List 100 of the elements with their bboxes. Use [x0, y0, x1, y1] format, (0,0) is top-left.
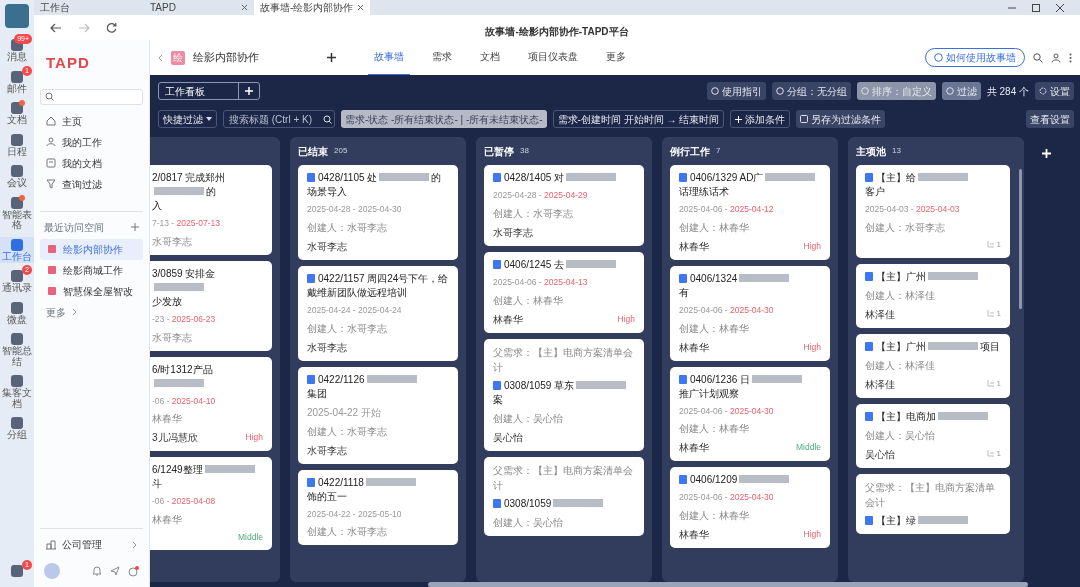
story-card[interactable]: 0422/1157 周四24号下午，给戴维新团队做远程培训 2025-04-24 - 2025-04-24 创建人：水哥李志 水哥李志 [298, 265, 458, 361]
story-card[interactable]: 父需求：【主】电商方案清单会计 【主】绿 [856, 473, 1010, 534]
back-arrow-icon[interactable] [50, 22, 62, 33]
document-icon [46, 158, 56, 168]
story-icon [865, 411, 873, 421]
close-icon[interactable] [357, 4, 365, 11]
project-tab[interactable]: 文档 [474, 39, 506, 76]
date-range: -06 - 2025-04-10 [152, 394, 217, 408]
story-card[interactable]: 3/0859 安排金 少发放 -23 - 2025-06-23 水哥李志 [150, 260, 272, 351]
send-icon[interactable] [110, 566, 120, 576]
rail-item[interactable]: 文档 [0, 100, 34, 127]
window-title: 故事墙-绘影内部协作-TAPD平台 [485, 26, 629, 37]
story-icon [865, 515, 873, 525]
sidebar-item[interactable]: 主页 [40, 110, 143, 132]
story-card[interactable]: 0406/1329 AD广 话理练话术 2025-04-06 - 2025-04-12 创建人：林春华 林春华 High [670, 165, 830, 260]
search-field[interactable]: 搜索标题 (Ctrl + K) [223, 110, 335, 128]
rail-item[interactable]: 会议 [0, 163, 34, 190]
story-card[interactable]: 【主】电商加 创建人：吴心怡 吴心怡 1 [856, 403, 1010, 468]
app-icon [10, 300, 24, 315]
toolbar-button[interactable]: 使用指引 [706, 82, 766, 100]
story-icon [679, 273, 687, 283]
card-title: 【主】广州 项目 [865, 339, 1001, 354]
app-icon [10, 332, 24, 346]
date-range: 2025-04-06 - 2025-04-30 [679, 404, 775, 418]
story-card[interactable]: 6/时1312产品 -06 - 2025-04-10 林春华 3儿冯慧欣 High [150, 356, 272, 452]
story-card[interactable]: 2/0817 完成郑州 的 入 7-13 - 2025-07-13 水哥李志 [150, 165, 272, 255]
status-filter[interactable]: 需求-状态 -所有结束状态- | -所有未结束状态- [341, 110, 547, 128]
reload-icon[interactable] [106, 22, 117, 33]
project-tab[interactable]: 项目仪表盘 [522, 39, 584, 76]
date-range: 2025-04-28 - 2025-04-30 [307, 203, 403, 216]
settings-button[interactable]: 设置 [1035, 82, 1074, 100]
owner-name: 水哥李志 [493, 225, 533, 240]
story-card[interactable]: 0406/1324 有 2025-04-06 - 2025-04-30 创建人：林春华 林春华 High [670, 265, 830, 361]
card-title: 【主】电商加 [865, 409, 1001, 424]
priority-label: High [803, 340, 821, 354]
browser-tab[interactable]: 故事墙-绘影内部协作 [254, 0, 371, 15]
story-card[interactable]: 0406/1209 2025-04-06 - 2025-04-30 创建人：林春华 林春华 High [670, 467, 830, 548]
project-tab[interactable]: 更多 [600, 39, 632, 76]
app-icon [10, 195, 24, 210]
save-filter-button[interactable]: 另存为过滤条件 [796, 110, 886, 128]
story-icon [493, 498, 501, 508]
view-settings-button[interactable]: 查看设置 [1026, 110, 1074, 128]
more-link[interactable]: 更多 [40, 301, 143, 323]
time-filter[interactable]: 需求-创建时间 开始时间 → 结束时间 [552, 110, 725, 128]
quick-filter-dropdown[interactable]: 快捷过滤 [158, 110, 217, 128]
rail-item[interactable]: 工作台 [0, 236, 34, 263]
card-title: 6/1249整理 斗 [152, 463, 263, 492]
space-item[interactable]: 绘影商城工作 [40, 259, 143, 281]
chevron-left-icon[interactable] [158, 53, 163, 62]
browser-tab[interactable]: TAPD [144, 0, 254, 15]
story-card[interactable]: 6/1249整理 斗 -06 - 2025-04-08 林春华 Middle [150, 457, 272, 550]
card-title: 0406/1324 有 [679, 271, 821, 300]
close-icon[interactable] [1056, 3, 1064, 12]
card-title: 2/0817 完成郑州 的 入 [152, 171, 227, 213]
rail-item[interactable]: 微盘 [0, 299, 34, 326]
maximize-icon[interactable] [1032, 3, 1040, 12]
person-icon[interactable] [1051, 52, 1061, 63]
story-icon [679, 475, 687, 485]
help-button[interactable]: 如何使用故事墙 [925, 48, 1025, 67]
bell-icon[interactable] [92, 566, 102, 576]
browser-tab[interactable]: 工作台 [34, 0, 144, 15]
story-card[interactable]: 0428/1405 对 2025-04-28 - 2025-04-29 创建人：水哥李志 水哥李志 [484, 165, 644, 246]
search-icon[interactable] [1033, 52, 1043, 63]
sidebar-item[interactable]: 我的工作 [40, 131, 143, 153]
owner-name: 水哥李志 [307, 340, 347, 355]
story-card[interactable]: 【主】广州 项目 创建人：林泽佳 林泽佳 1 [856, 333, 1010, 398]
sidebar-item[interactable]: 查询过滤 [40, 173, 143, 195]
owner-name: 林泽佳 [865, 307, 895, 322]
rail-item[interactable]: 分组 [0, 415, 34, 442]
rail-item[interactable]: 集客文档 [0, 373, 34, 410]
rail-item[interactable]: 日程 [0, 131, 34, 158]
card-title: 【主】绿 [865, 513, 1001, 528]
story-card[interactable]: 0422/1126 集团 2025-04-22 开始 创建人：水哥李志 水哥李志 [298, 366, 458, 464]
story-card[interactable]: 【主】广州 创建人：林泽佳 林泽佳 1 [856, 263, 1010, 328]
close-icon[interactable] [241, 4, 248, 11]
avatar-picture[interactable] [5, 4, 29, 28]
story-card[interactable]: 父需求：【主】电商方案清单会计 0308/1059 创建人：吴心怡 [484, 456, 644, 536]
add-condition-button[interactable]: 添加条件 [730, 110, 791, 128]
subtask-icon [986, 241, 995, 250]
rail-item[interactable]: 智能总结 [0, 331, 34, 368]
company-link[interactable]: 公司管理 [40, 528, 143, 555]
rail-item[interactable]: 智能表格 [0, 194, 34, 232]
story-card[interactable]: 0422/1118 饰的五一 2025-04-22 - 2025-05-10 创建人：水哥李志 [298, 469, 458, 546]
toolbar-button[interactable]: 分组：无分组 [771, 82, 851, 100]
story-card[interactable]: 0406/1245 去 2025-04-06 - 2025-04-13 创建人：林春华 林春华 High [484, 251, 644, 333]
story-card[interactable]: 0406/1236 日 推广计划观察 2025-04-06 - 2025-04-30 创建人：林春华 林春华 Middle [670, 366, 830, 462]
creator-text: 创建人：水哥李志 [307, 424, 388, 439]
space-item[interactable]: 智慧保全屋智改 [40, 280, 143, 302]
story-card[interactable]: 【主】给 客户 2025-04-03 - 2025-04-03 创建人：水哥李志 1 [856, 165, 1010, 258]
more-icon[interactable] [1069, 52, 1072, 63]
space-item[interactable]: 绘影内部协作 [40, 238, 143, 260]
project-tab[interactable]: 需求 [426, 39, 458, 76]
sidebar-item[interactable]: 我的文档 [40, 152, 143, 174]
toolbar-button[interactable]: 过滤 [941, 82, 981, 100]
story-card[interactable]: 父需求：【主】电商方案清单会计 0308/1059 草东 案 创建人：吴心怡 吴心怡 [484, 338, 644, 451]
plus-icon[interactable] [327, 53, 336, 62]
logo[interactable]: TAPD [40, 48, 96, 79]
creator-text: 创建人：林春华 [679, 422, 750, 437]
story-card[interactable]: 0428/1105 处 的 场景导入 2025-04-28 - 2025-04-30 创建人：水哥李志 水哥李志 [298, 165, 458, 260]
app-icon [10, 132, 24, 147]
